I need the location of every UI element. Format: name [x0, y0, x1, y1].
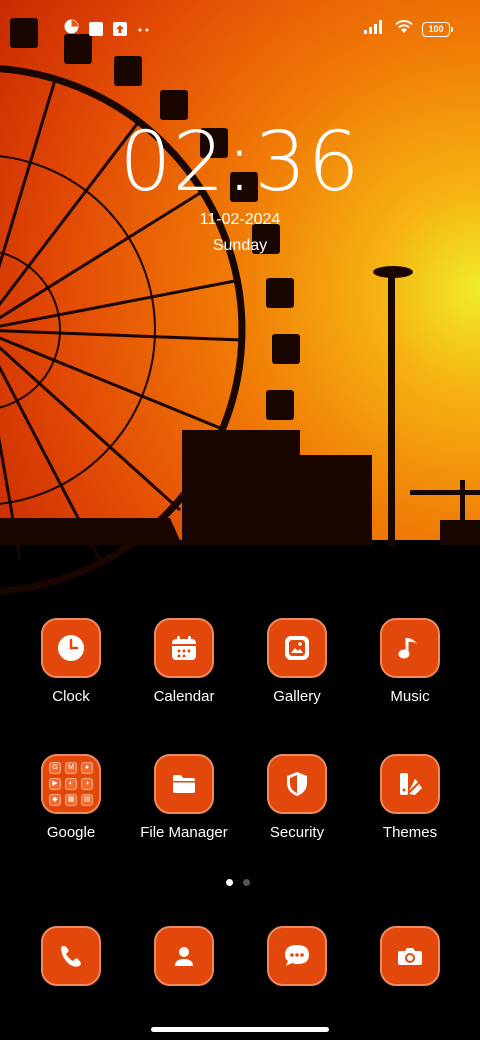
- calendar-icon: [172, 636, 196, 660]
- app-clock[interactable]: Clock: [15, 618, 127, 705]
- app-security[interactable]: Security: [241, 754, 353, 841]
- status-bar: 100: [0, 0, 480, 56]
- folder-preview-grid: G M ● ▶ ◐ ◑ ◆ ▦ ▤: [49, 762, 93, 806]
- app-notification-icon: [64, 19, 79, 39]
- app-label: Music: [390, 688, 430, 705]
- google-app-icon: G: [49, 762, 61, 774]
- app-label: File Manager: [140, 824, 228, 841]
- app-themes[interactable]: Themes: [354, 754, 466, 841]
- messages-icon: [285, 945, 309, 966]
- gallery-icon: [285, 636, 309, 660]
- drive-icon: ▤: [81, 794, 93, 806]
- wifi-icon: [394, 19, 414, 39]
- page-dot-active[interactable]: [226, 879, 233, 886]
- app-label: Google: [46, 824, 96, 841]
- dock-camera[interactable]: [354, 926, 466, 986]
- dock-contacts[interactable]: [128, 926, 240, 986]
- phone-icon: [61, 946, 81, 967]
- signal-icon: [364, 19, 386, 39]
- app-label: Themes: [382, 824, 438, 841]
- app-label: Clock: [52, 688, 90, 705]
- app-label: Calendar: [153, 688, 215, 705]
- clock-widget-day: Sunday: [212, 237, 268, 254]
- page-indicator: [226, 879, 250, 886]
- youtube-icon: ▶: [49, 778, 61, 790]
- clock-widget-date: 11-02-2024: [199, 211, 281, 228]
- notification-icons: [64, 19, 151, 39]
- meet-icon: ◑: [81, 778, 93, 790]
- clock-icon: [58, 635, 84, 661]
- page-dot[interactable]: [243, 879, 250, 886]
- chrome-icon: ◐: [65, 778, 77, 790]
- maps-icon: ●: [81, 762, 93, 774]
- folder-google[interactable]: G M ● ▶ ◐ ◑ ◆ ▦ ▤ Google: [15, 754, 127, 841]
- app-music[interactable]: Music: [354, 618, 466, 705]
- app-calendar[interactable]: Calendar: [128, 618, 240, 705]
- app-file-manager[interactable]: File Manager: [128, 754, 240, 841]
- square-notification-icon: [89, 22, 103, 36]
- play-store-icon: ▦: [65, 794, 77, 806]
- app-label: Gallery: [273, 688, 321, 705]
- photos-icon: ◆: [49, 794, 61, 806]
- app-label: Security: [269, 824, 325, 841]
- system-icons: 100: [364, 19, 453, 39]
- gmail-icon: M: [65, 762, 77, 774]
- music-note-icon: [398, 638, 417, 659]
- dock-messages[interactable]: [241, 926, 353, 986]
- shield-icon: [287, 772, 307, 796]
- app-gallery[interactable]: Gallery: [241, 618, 353, 705]
- dock-phone[interactable]: [15, 926, 127, 986]
- home-gesture-bar[interactable]: [151, 1027, 329, 1032]
- battery-icon: 100: [422, 21, 453, 37]
- more-dots-icon: [137, 20, 151, 38]
- upload-icon: [113, 22, 127, 36]
- contacts-icon: [175, 947, 193, 966]
- themes-icon: [400, 773, 422, 795]
- folder-icon: [173, 775, 195, 793]
- camera-icon: [398, 948, 422, 965]
- clock-widget-time[interactable]: 02:36: [0, 118, 480, 208]
- home-screen: 100 02:36 11-02-2024 Sunday Clock Calend…: [0, 0, 480, 1040]
